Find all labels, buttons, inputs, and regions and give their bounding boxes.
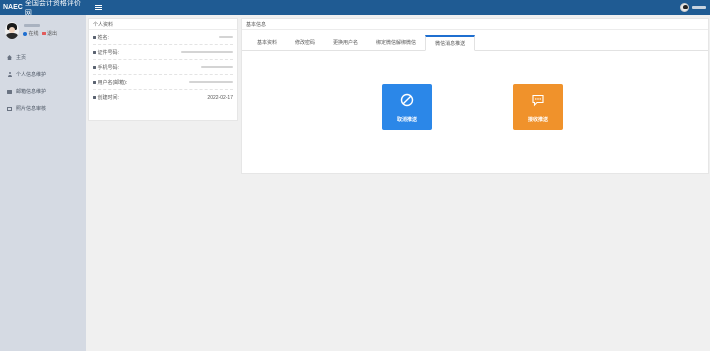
calendar-icon xyxy=(93,96,96,99)
tile-label: 接收推送 xyxy=(527,117,548,123)
field-label: 用户名(邮箱): xyxy=(97,79,128,86)
push-options: 取消推送 接收推送 xyxy=(242,51,708,151)
sidebar-item-photo-review[interactable]: 照片信息审核 xyxy=(0,100,86,117)
panel-title: 个人资料 xyxy=(89,19,237,30)
tab-change-username[interactable]: 更换用户名 xyxy=(324,35,367,50)
user-name-redacted xyxy=(24,24,40,27)
field-label: 手机号码: xyxy=(97,64,119,71)
user-panel: 在线 退出 xyxy=(0,15,86,45)
online-status: 在线 xyxy=(28,31,39,37)
message-icon xyxy=(531,93,545,107)
envelope-icon xyxy=(93,80,96,84)
sidebar-nav: 主页 个人信息维护 邮箱信息维护 照片信息审核 xyxy=(0,49,86,117)
sidebar-item-personal-info[interactable]: 个人信息维护 xyxy=(0,66,86,83)
tab-wechat-binding[interactable]: 绑定微信解绑微信 xyxy=(367,35,425,50)
tab-basic-profile[interactable]: 基本资料 xyxy=(248,35,286,50)
field-label: 创建时间: xyxy=(97,95,119,101)
top-bar: NAEC 全国会计资格评价网 xyxy=(0,0,710,17)
image-icon xyxy=(7,106,12,111)
hamburger-icon[interactable] xyxy=(95,5,102,10)
id-card-icon xyxy=(7,89,12,94)
profile-row-username: 用户名(邮箱): xyxy=(93,75,233,90)
avatar xyxy=(5,22,19,39)
tab-wechat-push[interactable]: 微信消息推送 xyxy=(425,35,476,51)
field-label: 证件号码: xyxy=(97,49,119,56)
user-icon xyxy=(7,72,12,77)
profile-row-created: 创建时间: 2022-02-17 xyxy=(93,90,233,105)
sidebar-item-label: 主页 xyxy=(16,55,27,61)
sidebar-item-label: 个人信息维护 xyxy=(16,72,47,78)
created-date: 2022-02-17 xyxy=(207,94,233,101)
tab-change-password[interactable]: 修改密码 xyxy=(286,35,324,50)
accept-push-button[interactable]: 接收推送 xyxy=(513,84,563,130)
profile-row-name: 姓名: xyxy=(93,30,233,45)
sidebar-item-label: 邮箱信息维护 xyxy=(16,89,47,95)
user-menu[interactable] xyxy=(680,3,706,12)
profile-row-id-number: 证件号码: xyxy=(93,45,233,60)
phone-icon xyxy=(93,65,96,69)
redacted-value xyxy=(181,51,233,53)
redacted-value xyxy=(219,36,233,38)
tab-bar: 基本资料 修改密码 更换用户名 绑定微信解绑微信 微信消息推送 xyxy=(242,35,708,51)
brand-logo[interactable]: NAEC 全国会计资格评价网 xyxy=(0,0,86,17)
avatar xyxy=(680,3,689,12)
cancel-push-button[interactable]: 取消推送 xyxy=(382,84,432,130)
sidebar-item-label: 照片信息审核 xyxy=(16,106,47,112)
sidebar-item-home[interactable]: 主页 xyxy=(0,49,86,66)
prohibited-icon xyxy=(400,93,414,107)
tile-label: 取消推送 xyxy=(396,117,417,123)
sidebar: 在线 退出 主页 个人信息维护 邮箱信息维护 照片信息审核 xyxy=(0,15,86,351)
logout-link[interactable]: 退出 xyxy=(47,30,57,37)
profile-row-phone: 手机号码: xyxy=(93,60,233,75)
basic-info-panel: 基本信息 基本资料 修改密码 更换用户名 绑定微信解绑微信 微信消息推送 取消推… xyxy=(241,18,709,174)
profile-panel: 个人资料 姓名: 证件号码: 手机号码: 用户名(邮箱): 创建时间: 2022… xyxy=(88,18,238,121)
id-card-icon xyxy=(93,50,96,54)
brand-abbrev: NAEC xyxy=(3,4,23,11)
redacted-value xyxy=(201,66,233,68)
user-icon xyxy=(93,35,96,39)
user-name-redacted xyxy=(692,6,706,9)
panel-title: 基本信息 xyxy=(242,19,708,30)
user-status: 在线 退出 xyxy=(23,30,57,37)
field-label: 姓名: xyxy=(97,34,109,41)
logout-icon[interactable] xyxy=(41,32,46,35)
redacted-value xyxy=(189,81,233,83)
home-icon xyxy=(7,55,12,60)
sidebar-item-email-info[interactable]: 邮箱信息维护 xyxy=(0,83,86,100)
online-dot-icon xyxy=(23,31,27,36)
